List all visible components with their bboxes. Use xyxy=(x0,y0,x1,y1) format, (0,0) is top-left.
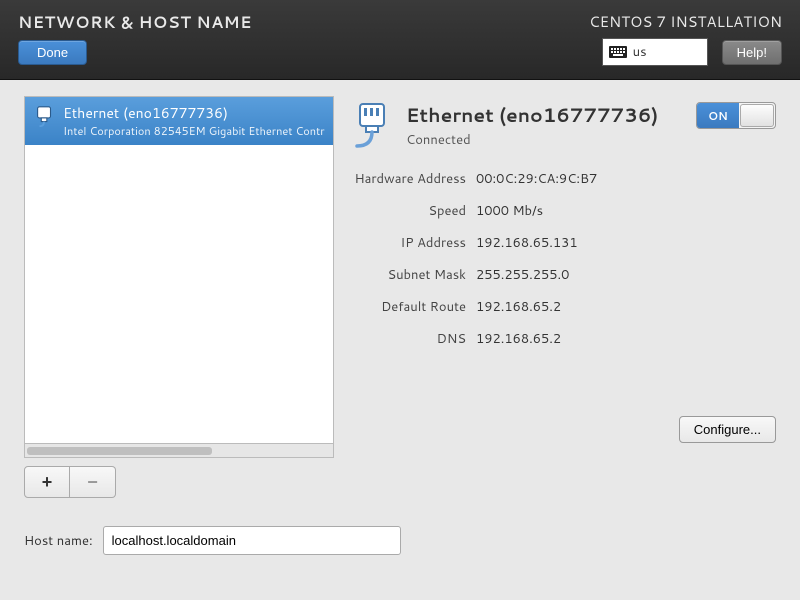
detail-label: Hardware Address xyxy=(348,170,466,188)
detail-title-block: Ethernet (eno16777736) Connected xyxy=(406,102,666,149)
detail-value: 1000 Mb/s xyxy=(476,202,776,220)
add-device-button[interactable]: + xyxy=(24,466,70,498)
keyboard-layout-value: us xyxy=(633,43,647,61)
help-button[interactable]: Help! xyxy=(722,40,782,65)
detail-label: DNS xyxy=(348,330,466,348)
content-area: Ethernet (eno16777736) Intel Corporation… xyxy=(0,80,800,508)
done-button[interactable]: Done xyxy=(18,40,87,65)
device-text: Ethernet (eno16777736) Intel Corporation… xyxy=(63,103,325,139)
toggle-on-label: ON xyxy=(697,103,739,128)
remove-device-button[interactable]: − xyxy=(70,466,116,498)
hostname-label: Host name: xyxy=(24,532,93,550)
device-list-column: Ethernet (eno16777736) Intel Corporation… xyxy=(24,96,334,498)
ethernet-plug-icon xyxy=(33,105,55,129)
detail-label: IP Address xyxy=(348,234,466,252)
detail-header: Ethernet (eno16777736) Connected ON xyxy=(348,102,776,150)
detail-properties: Hardware Address 00:0C:29:CA:9C:B7 Speed… xyxy=(348,170,776,348)
device-list-buttons: + − xyxy=(24,466,334,498)
device-list-item[interactable]: Ethernet (eno16777736) Intel Corporation… xyxy=(25,97,333,145)
detail-value: 192.168.65.131 xyxy=(476,234,776,252)
detail-title: Ethernet (eno16777736) xyxy=(406,102,666,129)
detail-label: Speed xyxy=(348,202,466,220)
device-list[interactable]: Ethernet (eno16777736) Intel Corporation… xyxy=(24,96,334,444)
ethernet-plug-icon xyxy=(348,102,396,150)
detail-value: 192.168.65.2 xyxy=(476,298,776,316)
device-description: Intel Corporation 82545EM Gigabit Ethern… xyxy=(63,123,325,139)
detail-status: Connected xyxy=(406,131,666,149)
scrollbar-thumb[interactable] xyxy=(27,447,212,455)
header-left: NETWORK & HOST NAME Done xyxy=(18,8,252,79)
header-right: CENTOS 7 INSTALLATION us Help! xyxy=(589,8,782,79)
connection-toggle[interactable]: ON xyxy=(696,102,776,129)
hostname-row: Host name: xyxy=(0,508,800,573)
detail-value: 255.255.255.0 xyxy=(476,266,776,284)
device-name: Ethernet (eno16777736) xyxy=(63,103,325,123)
detail-label: Subnet Mask xyxy=(348,266,466,284)
detail-label: Default Route xyxy=(348,298,466,316)
horizontal-scrollbar[interactable] xyxy=(24,444,334,458)
keyboard-layout-selector[interactable]: us xyxy=(602,38,708,66)
header-controls: us Help! xyxy=(602,38,782,66)
keyboard-icon xyxy=(609,46,627,58)
toggle-knob xyxy=(740,104,774,127)
page-title: NETWORK & HOST NAME xyxy=(18,11,252,34)
device-detail-column: Ethernet (eno16777736) Connected ON Hard… xyxy=(348,96,776,498)
configure-row: Configure... xyxy=(348,416,776,443)
detail-value: 00:0C:29:CA:9C:B7 xyxy=(476,170,776,188)
hostname-input[interactable] xyxy=(103,526,401,555)
installer-label: CENTOS 7 INSTALLATION xyxy=(589,11,782,32)
header: NETWORK & HOST NAME Done CENTOS 7 INSTAL… xyxy=(0,0,800,80)
configure-button[interactable]: Configure... xyxy=(679,416,776,443)
detail-value: 192.168.65.2 xyxy=(476,330,776,348)
